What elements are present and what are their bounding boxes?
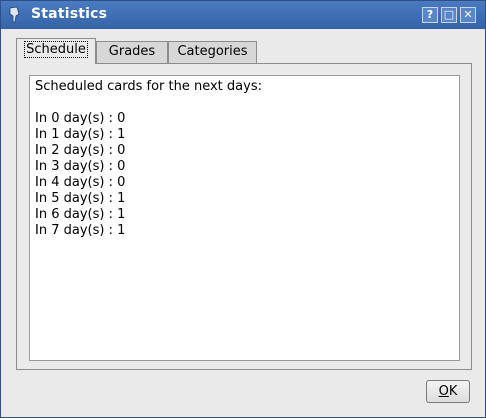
- tab-categories-label: Categories: [177, 44, 248, 59]
- schedule-row: In 5 day(s) : 1: [35, 191, 126, 206]
- app-icon: [9, 6, 20, 23]
- schedule-row: In 6 day(s) : 1: [35, 207, 126, 222]
- schedule-row: In 4 day(s) : 0: [35, 175, 126, 190]
- close-button[interactable]: ✕: [460, 7, 476, 23]
- help-button[interactable]: ?: [422, 7, 438, 23]
- title-bar[interactable]: Statistics ? □ ✕: [1, 1, 485, 29]
- schedule-row: In 1 day(s) : 1: [35, 127, 126, 142]
- schedule-heading: Scheduled cards for the next days:: [35, 79, 262, 94]
- schedule-row: In 7 day(s) : 1: [35, 223, 126, 238]
- ok-button[interactable]: OK: [426, 380, 470, 403]
- tab-schedule[interactable]: Schedule: [16, 38, 96, 64]
- schedule-row: In 0 day(s) : 0: [35, 111, 126, 126]
- tab-schedule-label: Schedule: [24, 41, 88, 58]
- statistics-window: Statistics ? □ ✕ Schedule Grades Categor…: [0, 0, 486, 418]
- ok-mnemonic: O: [438, 384, 449, 399]
- schedule-row: In 2 day(s) : 0: [35, 143, 126, 158]
- schedule-text-view[interactable]: Scheduled cards for the next days: In 0 …: [29, 75, 460, 361]
- tab-categories[interactable]: Categories: [168, 41, 257, 63]
- schedule-row: In 3 day(s) : 0: [35, 159, 126, 174]
- maximize-button[interactable]: □: [441, 7, 457, 23]
- tab-grades-label: Grades: [108, 44, 156, 59]
- window-title: Statistics: [31, 6, 108, 22]
- tab-grades[interactable]: Grades: [96, 41, 168, 63]
- ok-label-rest: K: [448, 384, 458, 399]
- tab-panel-schedule: Scheduled cards for the next days: In 0 …: [16, 63, 472, 370]
